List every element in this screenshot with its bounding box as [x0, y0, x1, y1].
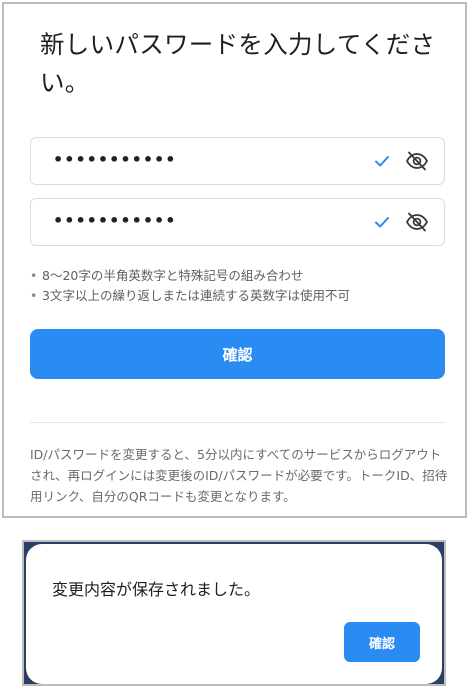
password-change-panel: 新しいパスワードを入力してください。 ••••••••••• •••••••••… — [2, 2, 467, 518]
saved-dialog-panel: 変更内容が保存されました。 確認 — [22, 540, 446, 686]
saved-dialog: 変更内容が保存されました。 確認 — [26, 544, 442, 684]
checkmark-icon — [375, 217, 389, 228]
confirm-button[interactable]: 確認 — [30, 329, 445, 379]
change-notice: ID/パスワードを変更すると、5分以内にすべてのサービスからログアウトされ、再ロ… — [30, 447, 448, 504]
new-password-value: ••••••••••• — [53, 150, 177, 169]
rule-item: 3文字以上の繰り返しまたは連続する英数字は使用不可 — [30, 286, 350, 306]
password-rules: 8～20字の半角英数字と特殊記号の組み合わせ 3文字以上の繰り返しまたは連続する… — [30, 266, 350, 306]
rule-item: 8～20字の半角英数字と特殊記号の組み合わせ — [30, 266, 350, 286]
eye-off-icon[interactable] — [405, 211, 429, 233]
dialog-confirm-button[interactable]: 確認 — [344, 622, 420, 662]
eye-off-icon[interactable] — [405, 150, 429, 172]
confirm-password-value: ••••••••••• — [53, 211, 177, 230]
confirm-password-field[interactable]: ••••••••••• — [30, 198, 445, 246]
checkmark-icon — [375, 156, 389, 167]
new-password-field[interactable]: ••••••••••• — [30, 137, 445, 185]
page-title: 新しいパスワードを入力してください。 — [40, 30, 436, 97]
dialog-message: 変更内容が保存されました。 — [52, 580, 261, 599]
divider — [30, 422, 445, 423]
